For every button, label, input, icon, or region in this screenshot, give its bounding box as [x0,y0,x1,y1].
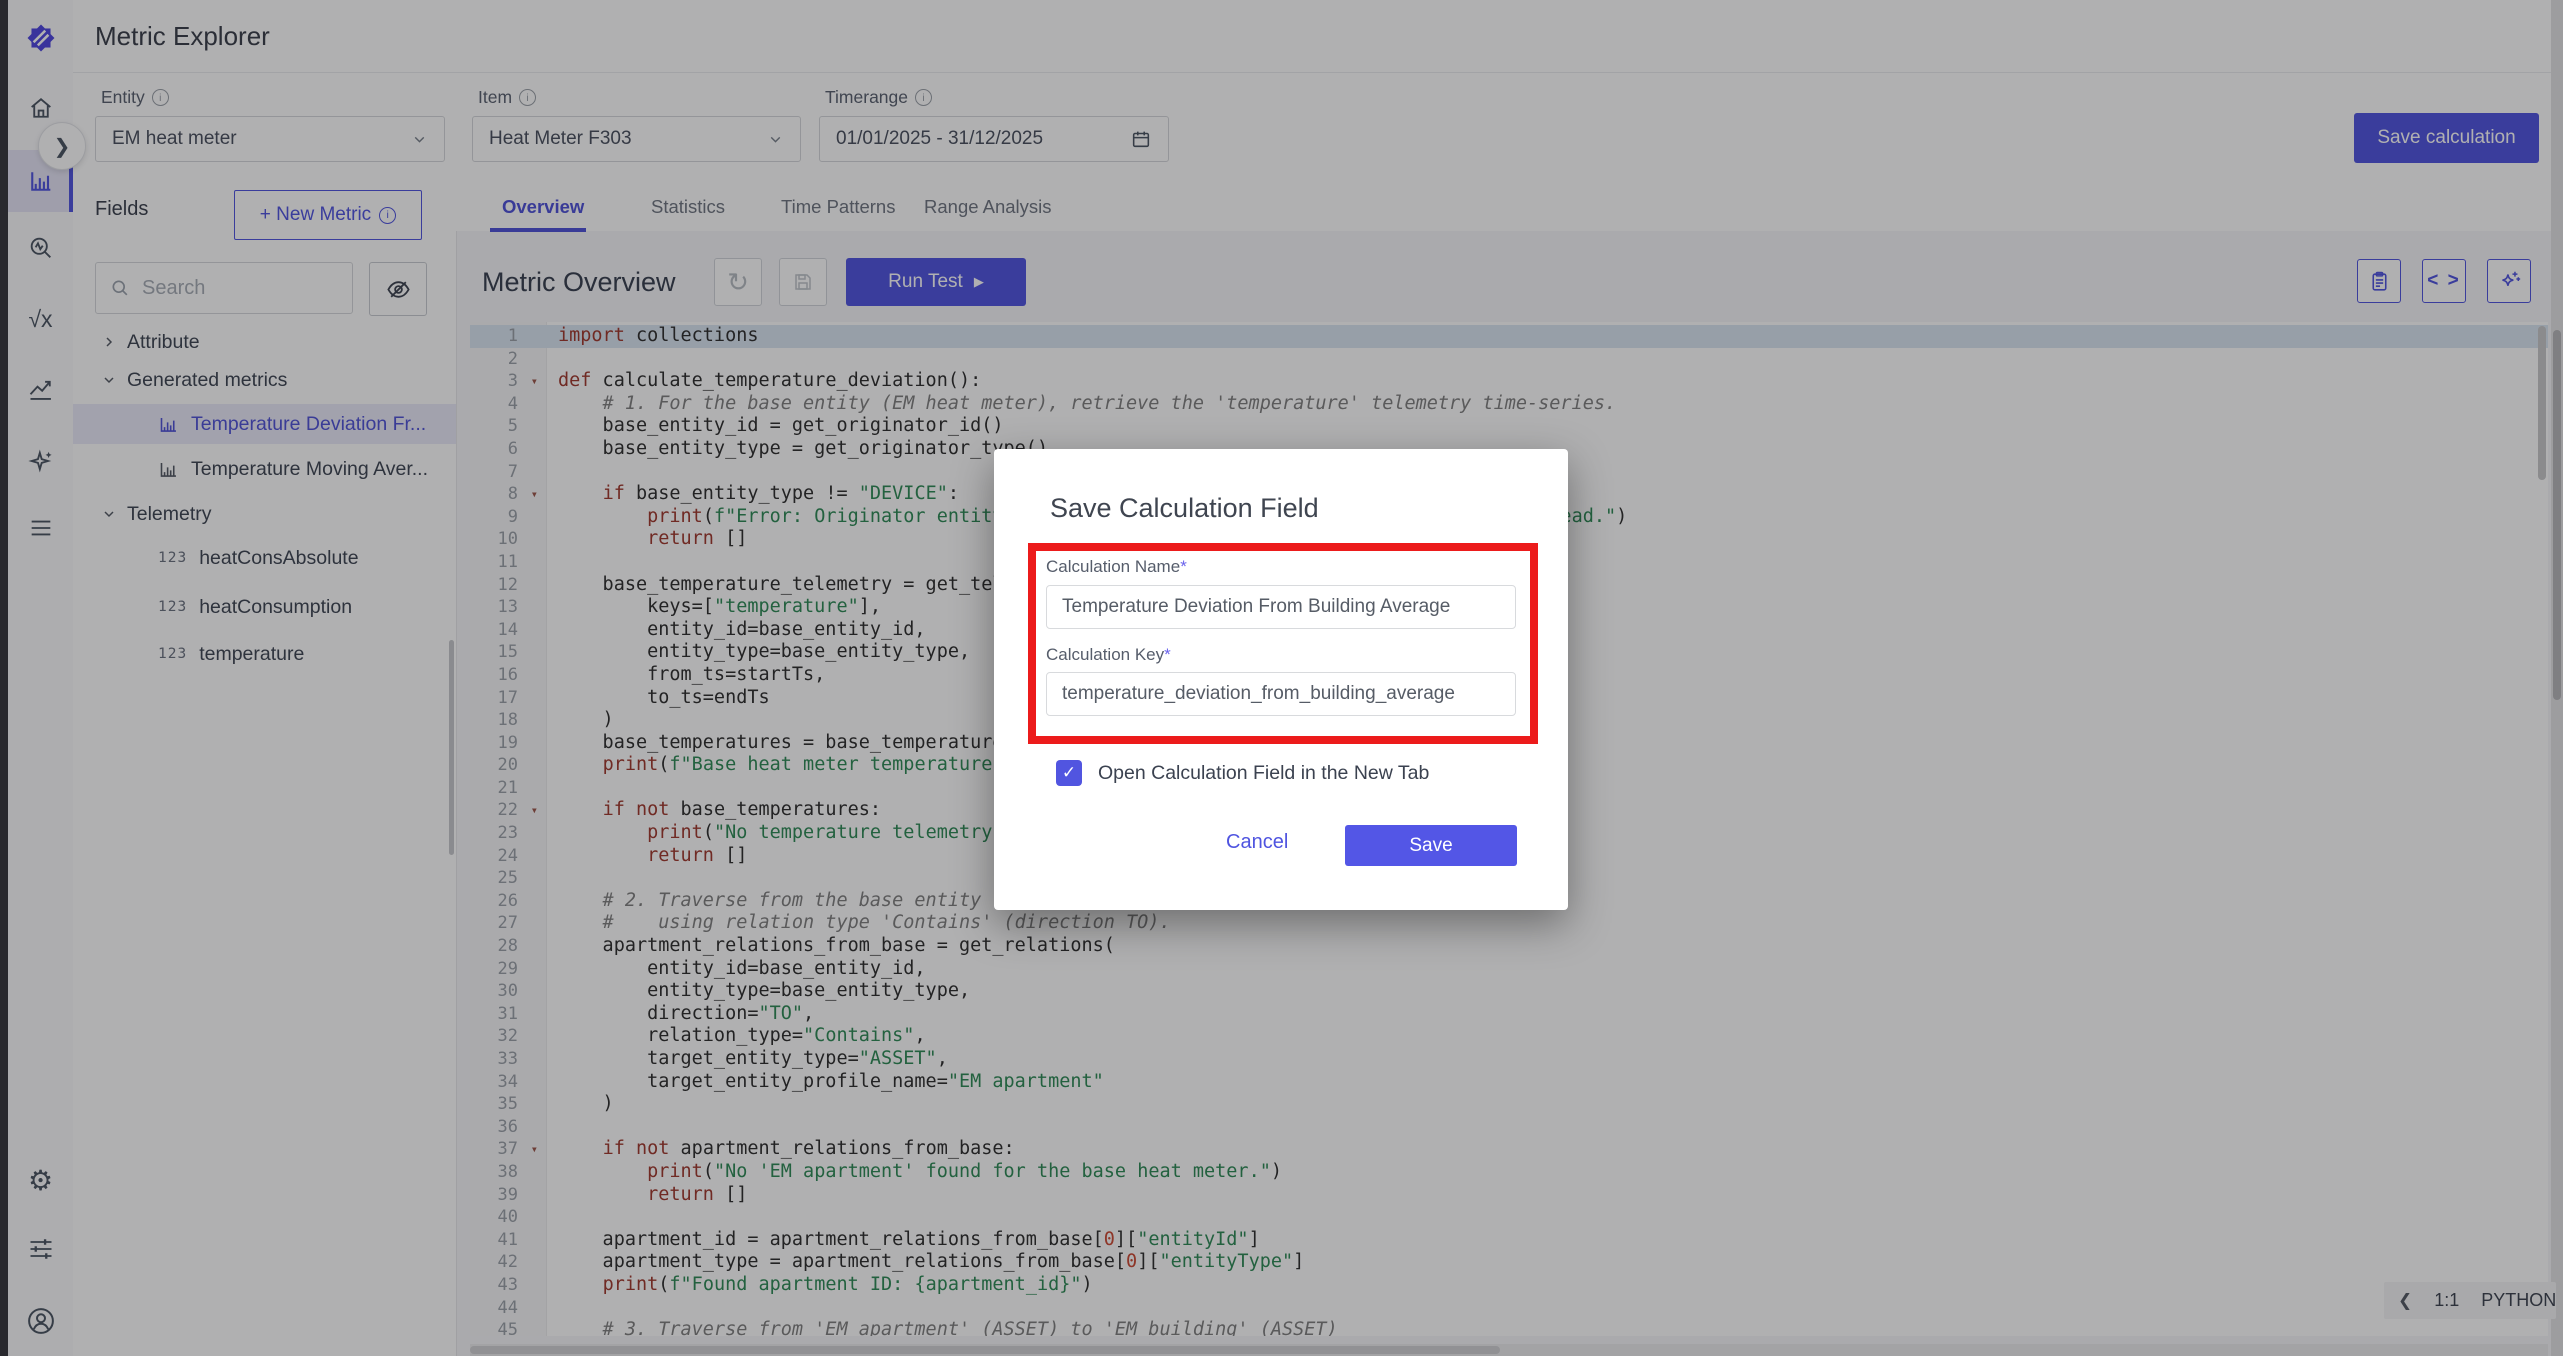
modal-title: Save Calculation Field [1050,493,1319,523]
save-button[interactable]: Save [1345,825,1517,866]
cancel-button[interactable]: Cancel [1226,831,1288,854]
open-in-new-tab-checkbox[interactable]: ✓ [1056,760,1082,786]
check-icon: ✓ [1061,763,1077,782]
checkbox-label: Open Calculation Field in the New Tab [1098,762,1430,784]
metric-explorer-app: √x ⚙ ❯ Metric Explorer Entity i EM heat m… [0,0,2563,1356]
save-calculation-modal: Save Calculation Field Calculation Name*… [994,449,1568,910]
annotation-red-box [1028,543,1538,744]
